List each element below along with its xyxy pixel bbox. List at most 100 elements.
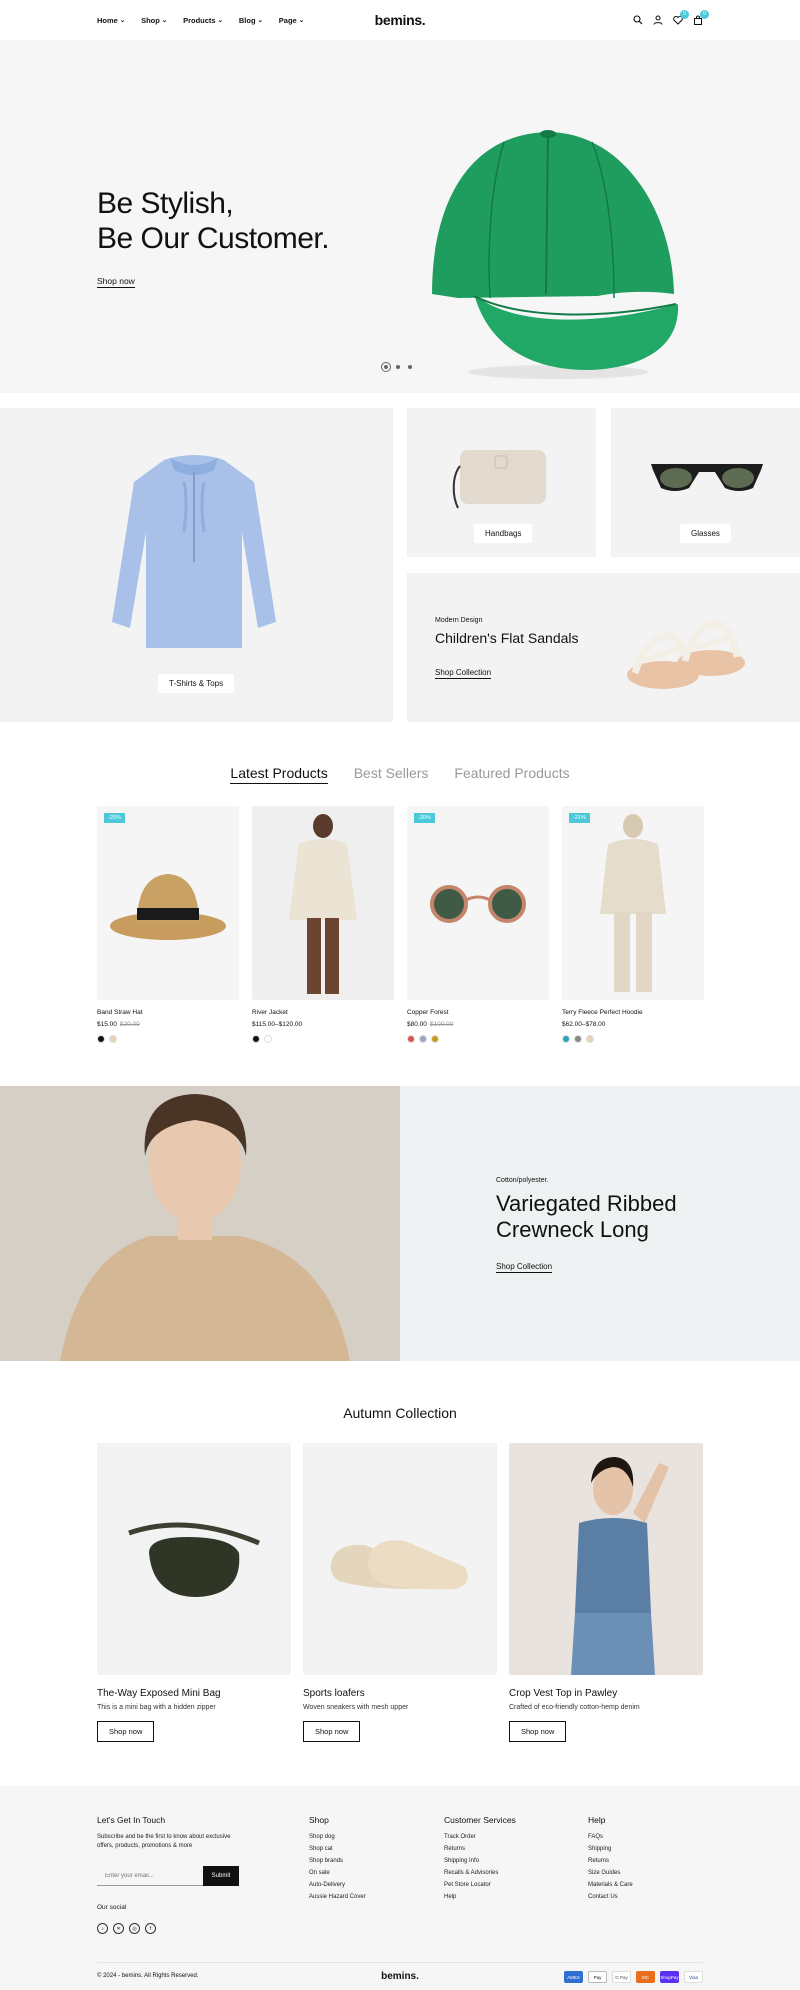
google-pay-icon: G Pay — [612, 1971, 631, 1983]
nav-products[interactable]: Products ⌄ — [183, 16, 223, 25]
color-swatch[interactable] — [574, 1035, 582, 1043]
product-image[interactable] — [252, 806, 394, 1000]
x-icon[interactable]: ✕ — [113, 1923, 124, 1934]
wishlist-icon[interactable]: 0 — [672, 9, 689, 26]
category-tops[interactable]: T-Shirts & Tops — [0, 408, 393, 722]
amex-icon: AMEX — [564, 1971, 583, 1983]
footer-link[interactable]: Track Order — [444, 1834, 516, 1840]
logo[interactable]: bemins. — [375, 12, 426, 28]
cart-icon[interactable]: 0 — [692, 9, 709, 26]
header: Home ⌄ Shop ⌄ Products ⌄ Blog ⌄ Page ⌄ bemins… — [0, 0, 800, 40]
search-icon[interactable] — [632, 15, 643, 26]
sandals-shop-link[interactable]: Shop Collection — [435, 668, 492, 679]
instagram-icon[interactable]: ◎ — [129, 1923, 140, 1934]
product-card[interactable]: -20% Copper Forest $80.00 $100.00 — [407, 806, 549, 1043]
autumn-item-title[interactable]: Sports loafers — [303, 1688, 497, 1699]
footer-link[interactable]: Shop brands — [309, 1858, 366, 1864]
footer-link[interactable]: On sale — [309, 1870, 366, 1876]
nav-page[interactable]: Page ⌄ — [279, 16, 304, 25]
product-name[interactable]: Terry Fleece Perfect Hoodie — [562, 1009, 704, 1016]
autumn-image[interactable] — [303, 1443, 497, 1675]
submit-button[interactable]: Submit — [203, 1866, 239, 1886]
slider-dot[interactable] — [381, 362, 391, 372]
tab-featured-products[interactable]: Featured Products — [454, 765, 569, 784]
product-image[interactable]: -25% — [97, 806, 239, 1000]
product-name[interactable]: Band Straw Hat — [97, 1009, 239, 1016]
tab-best-sellers[interactable]: Best Sellers — [354, 765, 429, 784]
facebook-icon[interactable]: f — [145, 1923, 156, 1934]
category-sandals[interactable]: Modern Design Children's Flat Sandals Sh… — [407, 573, 800, 722]
banner-shop-link[interactable]: Shop Collection — [496, 1262, 553, 1273]
autumn-item-title[interactable]: The-Way Exposed Mini Bag — [97, 1688, 291, 1699]
footer-link[interactable]: Pet Store Locator — [444, 1882, 516, 1888]
footer-contact-text: offers, products, promotions & more — [97, 1843, 193, 1849]
color-swatch[interactable] — [431, 1035, 439, 1043]
color-swatch[interactable] — [586, 1035, 594, 1043]
product-price: $80.00 $100.00 — [407, 1021, 454, 1028]
footer-link[interactable]: Auto-Delivery — [309, 1882, 366, 1888]
color-swatch[interactable] — [252, 1035, 260, 1043]
category-glasses[interactable]: Glasses — [611, 408, 800, 557]
shop-now-button[interactable]: Shop now — [509, 1721, 567, 1742]
product-price: $62.00–$78.00 — [562, 1021, 606, 1028]
product-image[interactable]: -21% — [562, 806, 704, 1000]
shop-now-button[interactable]: Shop now — [303, 1721, 361, 1742]
footer-link[interactable]: Shipping Info — [444, 1858, 516, 1864]
footer-contact: Let's Get In Touch Subscribe and be the … — [97, 1815, 247, 1855]
footer-link[interactable]: Help — [444, 1894, 516, 1900]
footer-contact-title: Let's Get In Touch — [97, 1815, 166, 1825]
mastercard-icon: MC — [636, 1971, 655, 1983]
sale-badge: -21% — [569, 813, 590, 823]
footer-services: Customer Services Track Order Returns Sh… — [444, 1815, 516, 1906]
footer-shop: Shop Shop dog Shop cat Shop brands On sa… — [309, 1815, 366, 1906]
footer-link[interactable]: Shop cat — [309, 1846, 366, 1852]
autumn-image[interactable] — [509, 1443, 703, 1675]
footer-bottom: © 2024 - bemins. All Rights Reserved. be… — [97, 1962, 703, 1990]
email-field[interactable] — [97, 1866, 203, 1886]
footer-link[interactable]: Aussie Hazard Cover — [309, 1894, 366, 1900]
color-swatch[interactable] — [264, 1035, 272, 1043]
color-swatch[interactable] — [97, 1035, 105, 1043]
banner-heading: Variegated Ribbed Crewneck Long — [496, 1191, 677, 1242]
slider-dot[interactable] — [396, 365, 400, 369]
hero-shop-now-link[interactable]: Shop now — [97, 276, 135, 288]
footer-help: Help FAQs Shipping Returns Size Guides M… — [588, 1815, 633, 1906]
autumn-image[interactable] — [97, 1443, 291, 1675]
nav-home[interactable]: Home ⌄ — [97, 16, 125, 25]
account-icon[interactable] — [652, 15, 663, 26]
autumn-item-title[interactable]: Crop Vest Top in Pawley — [509, 1688, 703, 1699]
footer-link[interactable]: FAQs — [588, 1834, 633, 1840]
autumn-card: Crop Vest Top in Pawley Crafted of eco-f… — [509, 1443, 703, 1742]
banner-text-panel: Cotton/polyester. Variegated Ribbed Crewn… — [400, 1086, 800, 1361]
footer-link[interactable]: Contact Us — [588, 1894, 633, 1900]
product-card[interactable]: -21% Terry Fleece Perfect Hoodie $62.00–… — [562, 806, 704, 1043]
product-name[interactable]: River Jacket — [252, 1009, 394, 1016]
color-swatch[interactable] — [109, 1035, 117, 1043]
footer-link[interactable]: Returns — [588, 1858, 633, 1864]
footer-link[interactable]: Recalls & Advisories — [444, 1870, 516, 1876]
footer-link[interactable]: Size Guides — [588, 1870, 633, 1876]
color-swatch[interactable] — [419, 1035, 427, 1043]
product-card[interactable]: River Jacket $115.00–$120.00 — [252, 806, 394, 1043]
footer-link[interactable]: Shop dog — [309, 1834, 366, 1840]
footer-link[interactable]: Materials & Care — [588, 1882, 633, 1888]
sandals-image — [627, 619, 745, 689]
green-cap-image — [432, 130, 679, 379]
cart-count: 0 — [700, 9, 709, 19]
product-image[interactable]: -20% — [407, 806, 549, 1000]
nav-blog[interactable]: Blog ⌄ — [239, 16, 263, 25]
footer-link[interactable]: Shipping — [588, 1846, 633, 1852]
color-swatch[interactable] — [407, 1035, 415, 1043]
sale-badge: -25% — [104, 813, 125, 823]
slider-dot[interactable] — [408, 365, 412, 369]
tab-latest-products[interactable]: Latest Products — [230, 765, 328, 784]
product-name[interactable]: Copper Forest — [407, 1009, 549, 1016]
nav-shop[interactable]: Shop ⌄ — [141, 16, 167, 25]
footer-logo[interactable]: bemins. — [381, 1971, 419, 1982]
category-handbags[interactable]: Handbags — [407, 408, 596, 557]
shop-now-button[interactable]: Shop now — [97, 1721, 155, 1742]
footer-link[interactable]: Returns — [444, 1846, 516, 1852]
color-swatch[interactable] — [562, 1035, 570, 1043]
tiktok-icon[interactable]: ♪ — [97, 1923, 108, 1934]
product-card[interactable]: -25% Band Straw Hat $15.00 $20.00 — [97, 806, 239, 1043]
